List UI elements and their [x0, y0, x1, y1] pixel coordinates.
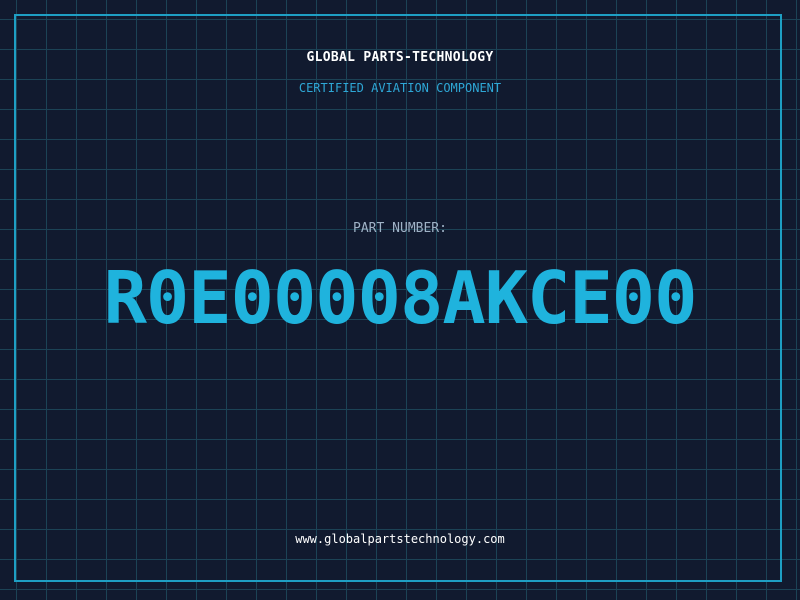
website-url: www.globalpartstechnology.com: [295, 532, 505, 546]
part-number-value: R0E00008AKCE00: [103, 256, 698, 340]
certification-tagline: CERTIFIED AVIATION COMPONENT: [298, 81, 502, 95]
company-name: GLOBAL PARTS-TECHNOLOGY: [306, 50, 494, 65]
part-number-label: PART NUMBER:: [353, 221, 447, 236]
part-label-card: GLOBAL PARTS-TECHNOLOGY CERTIFIED AVIATI…: [0, 0, 800, 600]
